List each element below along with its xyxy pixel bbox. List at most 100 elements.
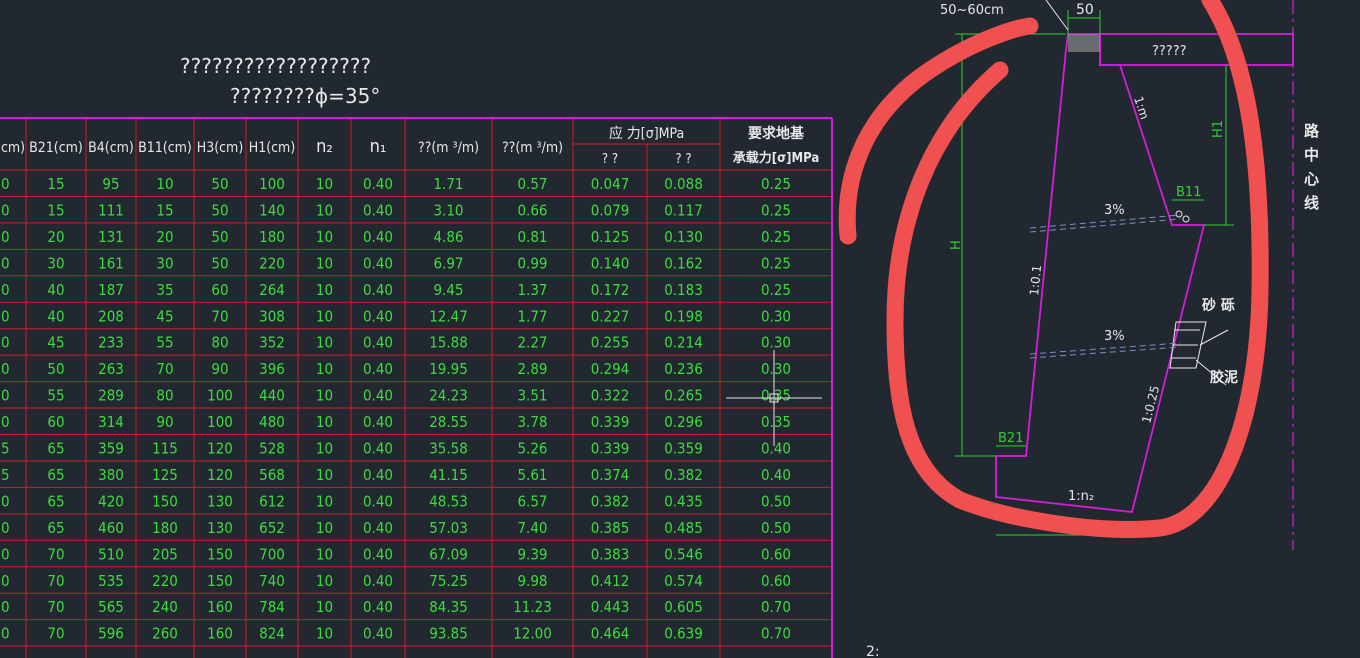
table-cell: 0.40 (363, 519, 393, 537)
table-cell: 0.117 (664, 201, 703, 219)
table-cell: 0.40 (363, 254, 393, 272)
table-cell: 70 (47, 625, 64, 643)
bearing-header: 承载力[σ]MPa (733, 150, 820, 166)
table-cell: 10 (316, 254, 333, 272)
stress-subheader: ? ? (602, 152, 618, 167)
table-cell: 187 (98, 281, 124, 299)
table-cell: 0.464 (591, 625, 630, 643)
table-cell: 28.55 (429, 413, 468, 431)
table-cell: 0.35 (761, 413, 791, 431)
table-cell: 0 (1, 281, 10, 299)
table-cell: 0 (1, 625, 10, 643)
table-cell: 115 (152, 440, 178, 458)
table-cell: 30 (156, 254, 173, 272)
table-cell: 50 (211, 254, 228, 272)
column-header: B11(cm) (138, 140, 192, 156)
table-cell: 0.296 (664, 413, 703, 431)
table-cell: 0.435 (664, 492, 703, 510)
table-cell: 9.45 (433, 281, 463, 299)
table-cell: 380 (98, 466, 124, 484)
table-cell: 130 (207, 519, 233, 537)
table-cell: 35 (156, 281, 173, 299)
b11-label: B11 (1176, 185, 1201, 200)
table-cell: 0.40 (363, 625, 393, 643)
table-cell: 40 (47, 307, 64, 325)
table-cell: 260 (152, 625, 178, 643)
top-width-label: 50 (1076, 2, 1094, 18)
table-cell: 0.25 (761, 175, 791, 193)
table-cell: 0.227 (591, 307, 630, 325)
column-header: cm) (1, 140, 25, 156)
table-cell: 0.40 (363, 281, 393, 299)
table-cell: 0.374 (591, 466, 630, 484)
table-cell: 15 (47, 201, 64, 219)
table-cell: 740 (259, 572, 285, 590)
table-cell: 0.60 (761, 545, 791, 563)
column-header: H1(cm) (249, 140, 296, 156)
table-cell: 10 (316, 440, 333, 458)
table-cell: 0.546 (664, 545, 703, 563)
h1-label: H1 (1211, 120, 1226, 138)
table-cell: 10 (316, 598, 333, 616)
table-cell: 440 (259, 387, 285, 405)
table-cell: 7.40 (517, 519, 547, 537)
table-cell: 60 (47, 413, 64, 431)
table-cell: 10 (316, 387, 333, 405)
table-cell: 568 (259, 466, 285, 484)
center-line-char: 心 (1304, 170, 1319, 188)
table-cell: 700 (259, 545, 285, 563)
table-cell: 0.40 (363, 334, 393, 352)
column-header: H3(cm) (197, 140, 244, 156)
table-cell: 0.60 (761, 572, 791, 590)
table-cell: 1.77 (517, 307, 547, 325)
table-cell: 1.71 (433, 175, 463, 193)
table-cell: 233 (98, 334, 124, 352)
column-header: n₁ (370, 136, 387, 157)
table-cell: 180 (259, 228, 285, 246)
table-cell: 0.40 (363, 572, 393, 590)
table-cell: 50 (47, 360, 64, 378)
column-header: ??(m ³/m) (418, 140, 479, 156)
table-cell: 0 (1, 572, 10, 590)
table-cell: 10 (316, 492, 333, 510)
table-cell: 160 (207, 598, 233, 616)
table-cell: 0.214 (664, 334, 703, 352)
table-cell: 0.40 (363, 175, 393, 193)
table-cell: 0.40 (363, 360, 393, 378)
table-cell: 0.50 (761, 492, 791, 510)
table-cell: 0.265 (664, 387, 703, 405)
table-cell: 0.40 (363, 598, 393, 616)
table-cell: 352 (259, 334, 285, 352)
table-cell: 45 (156, 307, 173, 325)
cad-canvas[interactable]: cm) B21(cm) B4(cm) B11(cm) H3(cm) H1(cm) n₂ n₁?… (0, 0, 1360, 658)
table-cell: 35.58 (429, 440, 468, 458)
table-cell: 65 (47, 519, 64, 537)
table-cell: 0 (1, 360, 10, 378)
hand-drawn-circle-annotation (838, 0, 1269, 538)
table-cell: 0.30 (761, 307, 791, 325)
column-header: B21(cm) (29, 140, 83, 156)
table-cell: 57.03 (429, 519, 468, 537)
stress-subheader: ? ? (675, 152, 691, 167)
table-cell: 11.23 (513, 598, 552, 616)
table-cell: 20 (156, 228, 173, 246)
table-cell: 48.53 (429, 492, 468, 510)
drain-outlet-icon (1175, 210, 1183, 218)
table-cell: 55 (47, 387, 64, 405)
table-cell: 0.40 (363, 440, 393, 458)
top-left-dim-label: 50~60cm (940, 3, 1004, 18)
table-cell: 0.40 (363, 545, 393, 563)
slope-top-label: 1:m (1131, 95, 1152, 122)
table-cell: 0.322 (591, 387, 630, 405)
table-cell: 80 (211, 334, 228, 352)
column-header: n₂ (316, 136, 333, 157)
table-cell: 120 (207, 440, 233, 458)
table-cell: 220 (259, 254, 285, 272)
table-cell: 90 (211, 360, 228, 378)
column-header: B4(cm) (88, 140, 134, 156)
table-cell: 0 (1, 387, 10, 405)
table-cell: 150 (207, 545, 233, 563)
bearing-header: 要求地基 (748, 125, 805, 142)
table-cell: 70 (47, 545, 64, 563)
table-cell: 0.40 (363, 492, 393, 510)
